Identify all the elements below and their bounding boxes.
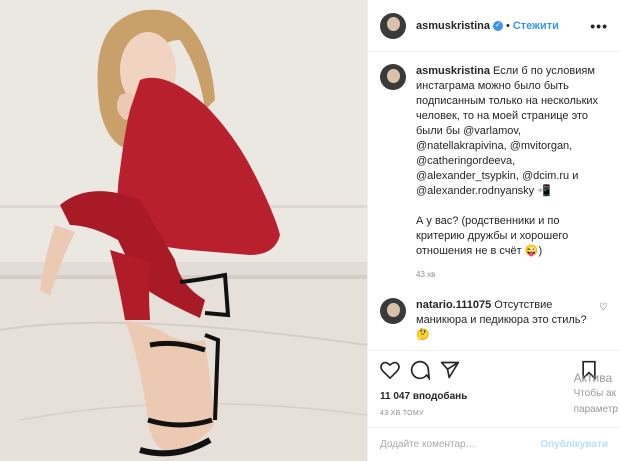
author-avatar[interactable] [380, 12, 406, 39]
like-heart-icon[interactable] [380, 361, 400, 384]
follow-button[interactable]: Стежити [513, 20, 559, 32]
publish-button[interactable]: Опублікувати [540, 439, 608, 450]
post-sidebar: asmuskristina ✓ • Стежити ••• asmuskrist… [367, 0, 620, 461]
caption-body: asmuskristina Если б по условиям инстагр… [416, 64, 608, 282]
commenter-avatar[interactable] [380, 298, 406, 324]
woman-in-red-suit-image [0, 0, 367, 461]
watermark-line-2: Чтобы ак [573, 388, 616, 399]
add-comment-input[interactable]: Додайте коментар… [380, 439, 476, 450]
watermark-line-1: Актива [573, 371, 613, 385]
caption-time: 43 хв [416, 270, 436, 279]
post-header: asmuskristina ✓ • Стежити ••• [368, 0, 620, 52]
like-comment-heart-icon[interactable]: ♡ [599, 302, 608, 313]
windows-activation-watermark: Актива Чтобы ак параметр [574, 371, 618, 417]
caption-avatar[interactable] [380, 64, 406, 90]
instagram-post: asmuskristina ✓ • Стежити ••• asmuskrist… [0, 0, 620, 461]
add-comment-bar: Додайте коментар… Опублікувати [368, 427, 620, 461]
separator-dot: • [505, 19, 510, 32]
share-plane-icon[interactable] [440, 360, 460, 385]
comment-item: natario.111075 Отсутствие маникюра и пед… [380, 298, 608, 343]
comment-body: natario.111075 Отсутствие маникюра и пед… [416, 298, 596, 343]
comments-list: asmuskristina Если б по условиям инстагр… [368, 52, 620, 350]
comment-username[interactable]: natario.111075 [416, 299, 491, 311]
caption-text: Если б по условиям инстаграма можно было… [416, 65, 599, 257]
caption: asmuskristina Если б по условиям инстагр… [380, 64, 608, 282]
verified-icon: ✓ [492, 20, 503, 31]
caption-username[interactable]: asmuskristina [416, 65, 490, 77]
comment-bubble-icon[interactable] [410, 360, 431, 385]
author-username[interactable]: asmuskristina [416, 20, 490, 32]
watermark-line-3: параметр [573, 404, 618, 415]
more-options-icon[interactable]: ••• [590, 18, 608, 34]
post-photo[interactable] [0, 0, 367, 461]
